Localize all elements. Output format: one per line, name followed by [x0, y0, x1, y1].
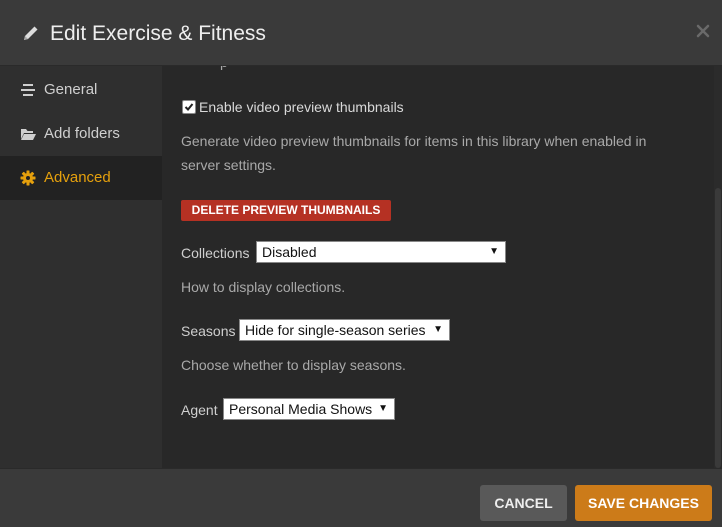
dialog-footer: CANCEL SAVE CHANGES: [0, 468, 722, 527]
seasons-help: Choose whether to display seasons.: [181, 357, 406, 373]
seasons-label: Seasons: [181, 323, 236, 339]
sidebar-item-add-folders[interactable]: Add folders: [0, 112, 162, 156]
save-changes-button[interactable]: SAVE CHANGES: [575, 485, 712, 521]
dialog-header: Edit Exercise & Fitness: [0, 0, 722, 66]
advanced-settings-panel: p Enable video preview thumbnails Genera…: [162, 66, 714, 468]
close-icon[interactable]: [696, 24, 710, 38]
collections-selected-value: Disabled: [262, 244, 317, 260]
sidebar: General Add folders Advanced: [0, 66, 162, 468]
cancel-button[interactable]: CANCEL: [480, 485, 567, 521]
list-icon: [21, 84, 35, 96]
collections-help: How to display collections.: [181, 279, 346, 295]
content-scrollbar[interactable]: [714, 66, 722, 468]
dialog-title: Edit Exercise & Fitness: [50, 22, 266, 45]
pencil-icon: [24, 26, 38, 40]
clipped-text: p: [220, 66, 228, 70]
video-preview-label: Enable video preview thumbnails: [199, 99, 404, 115]
sidebar-item-general[interactable]: General: [0, 68, 162, 112]
video-preview-help-line-1: Generate video preview thumbnails for it…: [181, 133, 647, 149]
gear-icon: [20, 170, 36, 186]
seasons-select[interactable]: Hide for single-season series ▼: [239, 319, 450, 341]
sidebar-item-label: General: [44, 81, 98, 98]
collections-label: Collections: [181, 245, 250, 261]
video-preview-help-line-2: server settings.: [181, 157, 276, 173]
caret-down-icon: ▼: [378, 403, 388, 414]
checkmark-icon: [184, 103, 194, 111]
agent-selected-value: Personal Media Shows: [229, 401, 373, 417]
video-preview-checkbox[interactable]: [182, 100, 196, 114]
collections-select[interactable]: Disabled ▼: [256, 241, 506, 263]
agent-select[interactable]: Personal Media Shows ▼: [223, 398, 395, 420]
folder-icon: [21, 129, 36, 140]
agent-label: Agent: [181, 402, 218, 418]
edit-library-dialog: Edit Exercise & Fitness General Add fold…: [0, 0, 722, 527]
sidebar-item-label: Add folders: [44, 125, 120, 142]
scrollbar-thumb[interactable]: [715, 188, 721, 468]
caret-down-icon: ▼: [489, 246, 499, 257]
sidebar-item-advanced[interactable]: Advanced: [0, 156, 162, 200]
sidebar-item-label: Advanced: [44, 169, 111, 186]
delete-preview-thumbnails-button[interactable]: DELETE PREVIEW THUMBNAILS: [181, 200, 391, 221]
caret-down-icon: ▼: [433, 324, 443, 335]
seasons-selected-value: Hide for single-season series: [245, 322, 426, 338]
